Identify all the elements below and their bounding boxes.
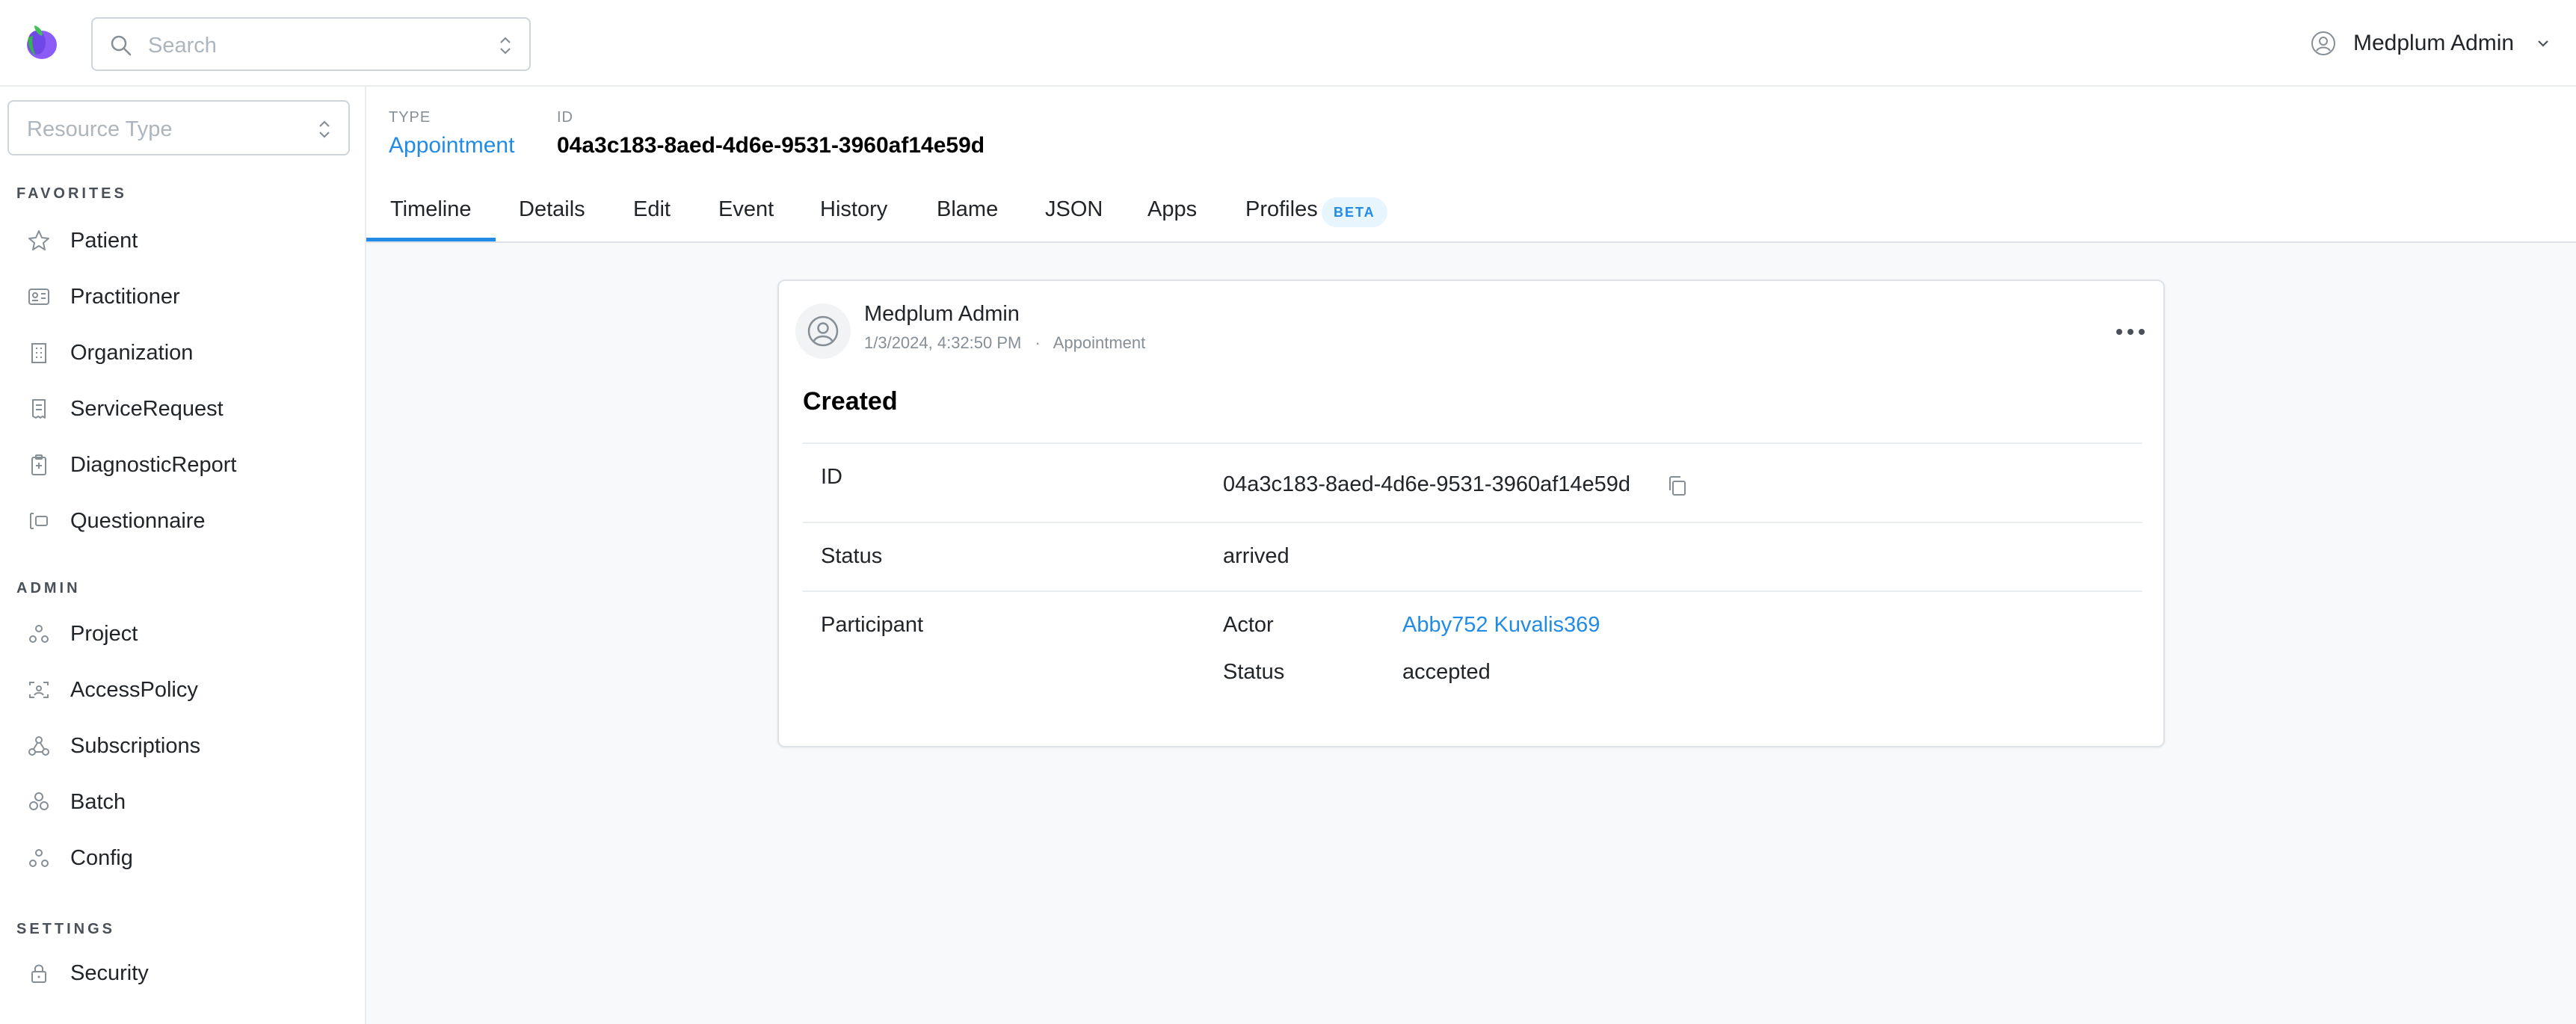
status-row-label: Status bbox=[821, 544, 883, 568]
sidebar-item-servicerequest[interactable]: ServiceRequest bbox=[16, 386, 345, 431]
clipboard-icon bbox=[31, 454, 46, 475]
sidebar-item-subscriptions[interactable]: Subscriptions bbox=[16, 724, 345, 768]
sidebar-item-label: Config bbox=[70, 846, 133, 870]
resource-type-select[interactable]: Resource Type bbox=[7, 100, 350, 155]
form-icon bbox=[30, 513, 48, 529]
participant-status-label: Status bbox=[1223, 660, 1285, 684]
active-tab-indicator bbox=[366, 238, 496, 241]
section-label-favorites: FAVORITES bbox=[16, 185, 127, 202]
user-name: Medplum Admin bbox=[2353, 31, 2515, 55]
top-header: Search Medplum Admin bbox=[0, 0, 2576, 87]
sidebar-item-label: Practitioner bbox=[70, 285, 180, 309]
sidebar-item-label: AccessPolicy bbox=[70, 678, 198, 702]
building-icon bbox=[31, 343, 46, 363]
id-label: ID bbox=[557, 109, 573, 126]
timestamp-link[interactable]: 1/3/2024, 4:32:50 PM bbox=[864, 333, 1021, 352]
more-options-icon[interactable] bbox=[2114, 326, 2147, 338]
timeline-card: Medplum Admin 1/3/2024, 4:32:50 PM · App… bbox=[777, 280, 2165, 747]
sidebar-item-label: Patient bbox=[70, 229, 138, 253]
tab-blame[interactable]: Blame bbox=[937, 197, 998, 222]
star-icon bbox=[28, 230, 49, 250]
sidebar-item-label: Organization bbox=[70, 341, 194, 365]
author-avatar[interactable] bbox=[795, 303, 851, 359]
sidebar: Resource Type FAVORITES Patient Practiti… bbox=[0, 87, 366, 1024]
sidebar-item-practitioner[interactable]: Practitioner bbox=[16, 274, 345, 319]
sidebar-item-label: Questionnaire bbox=[70, 509, 206, 533]
sidebar-item-label: Project bbox=[70, 622, 138, 646]
divider bbox=[803, 522, 2142, 523]
sidebar-item-label: Subscriptions bbox=[70, 734, 201, 758]
resource-id: 04a3c183-8aed-4d6e-9531-3960af14e59d bbox=[557, 133, 985, 158]
selector-icon bbox=[500, 37, 511, 55]
sidebar-item-config[interactable]: Config bbox=[16, 836, 345, 880]
sidebar-item-label: ServiceRequest bbox=[70, 397, 224, 421]
sidebar-item-label: DiagnosticReport bbox=[70, 453, 237, 477]
participant-row-label: Participant bbox=[821, 613, 924, 637]
tab-json[interactable]: JSON bbox=[1045, 197, 1103, 222]
lock-icon bbox=[31, 964, 46, 983]
sidebar-item-accesspolicy[interactable]: AccessPolicy bbox=[16, 667, 345, 712]
section-label-admin: ADMIN bbox=[16, 580, 81, 596]
project-icon bbox=[29, 625, 49, 643]
sidebar-item-label: Security bbox=[70, 961, 149, 985]
tab-timeline[interactable]: Timeline bbox=[390, 197, 472, 222]
resource-header: TYPE Appointment ID 04a3c183-8aed-4d6e-9… bbox=[366, 87, 2576, 243]
sidebar-item-patient[interactable]: Patient bbox=[16, 218, 345, 263]
sidebar-item-questionnaire[interactable]: Questionnaire bbox=[16, 499, 345, 543]
batch-icon bbox=[29, 792, 49, 810]
divider bbox=[803, 590, 2142, 592]
face-scan-icon bbox=[29, 682, 49, 698]
search-input[interactable]: Search bbox=[91, 17, 531, 71]
id-row-label: ID bbox=[821, 465, 842, 489]
receipt-icon bbox=[32, 399, 46, 419]
section-label-settings: SETTINGS bbox=[16, 921, 116, 937]
actor-link[interactable]: Abby752 Kuvalis369 bbox=[1402, 613, 1600, 638]
search-placeholder: Search bbox=[148, 34, 217, 58]
medplum-logo[interactable] bbox=[24, 22, 58, 60]
tab-edit[interactable]: Edit bbox=[633, 197, 671, 222]
status-row-value: arrived bbox=[1223, 544, 1289, 568]
author-name[interactable]: Medplum Admin bbox=[864, 302, 1020, 327]
sidebar-item-label: Batch bbox=[70, 790, 126, 814]
user-avatar-icon bbox=[2311, 31, 2335, 55]
user-avatar-icon bbox=[807, 315, 839, 347]
webhook-icon bbox=[28, 736, 49, 756]
chevron-down-icon bbox=[2538, 40, 2548, 47]
sidebar-item-organization[interactable]: Organization bbox=[16, 330, 345, 375]
tab-history[interactable]: History bbox=[820, 197, 887, 222]
sidebar-item-diagnosticreport[interactable]: DiagnosticReport bbox=[16, 442, 345, 487]
tab-details[interactable]: Details bbox=[519, 197, 585, 222]
id-card-icon bbox=[28, 289, 49, 305]
card-subheader: 1/3/2024, 4:32:50 PM · Appointment bbox=[864, 333, 1145, 353]
resource-type-label: Appointment bbox=[1053, 333, 1146, 352]
config-icon bbox=[29, 849, 49, 867]
selector-icon bbox=[319, 120, 330, 138]
sidebar-item-project[interactable]: Project bbox=[16, 611, 345, 656]
tab-profiles[interactable]: Profiles bbox=[1245, 197, 1318, 222]
participant-status-value: accepted bbox=[1402, 660, 1491, 684]
card-heading: Created bbox=[803, 387, 898, 416]
tab-event[interactable]: Event bbox=[718, 197, 774, 222]
resource-type-link[interactable]: Appointment bbox=[389, 133, 514, 158]
tab-apps[interactable]: Apps bbox=[1147, 197, 1197, 222]
separator: · bbox=[1035, 333, 1041, 352]
type-label: TYPE bbox=[389, 109, 431, 126]
resource-type-placeholder: Resource Type bbox=[27, 117, 173, 141]
sidebar-item-batch[interactable]: Batch bbox=[16, 780, 345, 824]
id-row-value: 04a3c183-8aed-4d6e-9531-3960af14e59d bbox=[1223, 472, 1631, 496]
beta-badge: BETA bbox=[1322, 197, 1387, 227]
sidebar-item-security[interactable]: Security bbox=[16, 951, 345, 996]
divider bbox=[803, 442, 2142, 444]
search-icon bbox=[111, 35, 132, 56]
actor-label: Actor bbox=[1223, 613, 1274, 637]
copy-icon[interactable] bbox=[1666, 474, 1689, 498]
